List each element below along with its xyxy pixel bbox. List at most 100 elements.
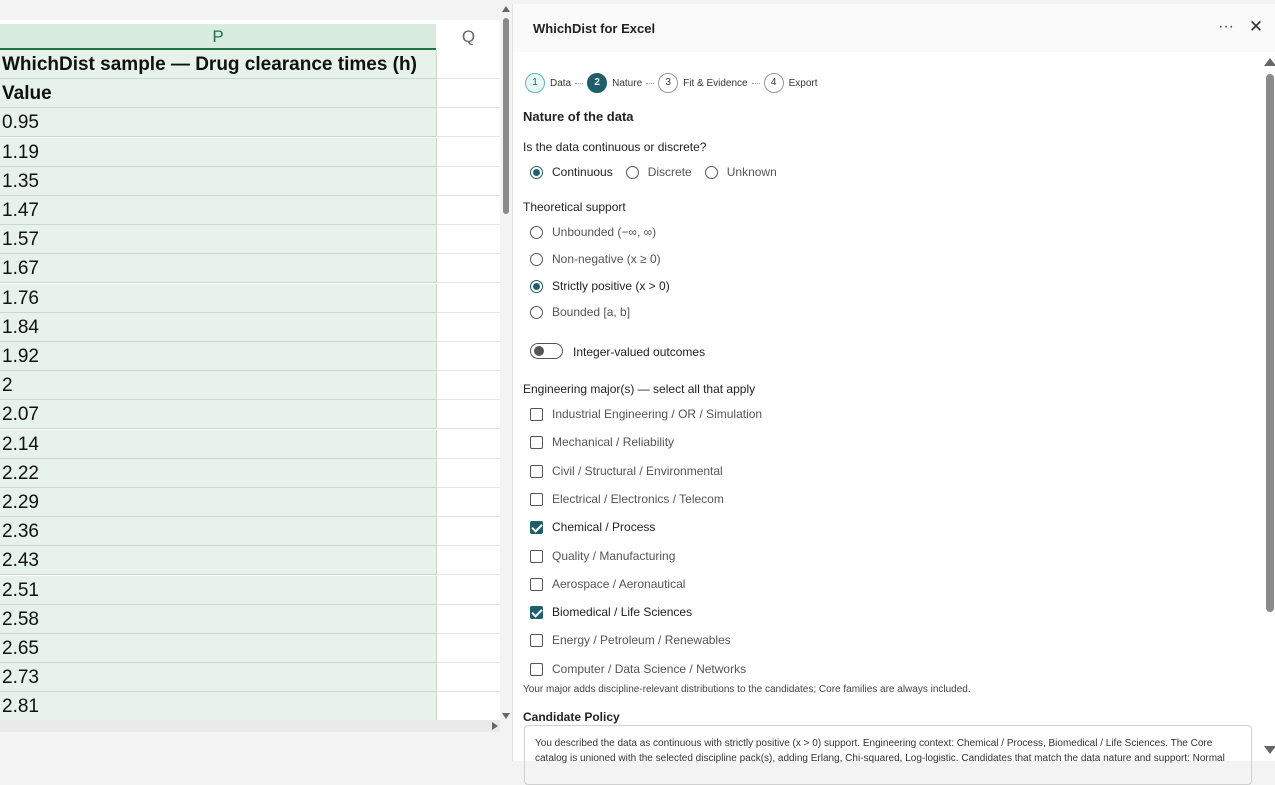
cell-p[interactable]: 1.84 (0, 312, 436, 342)
major-option[interactable]: Biomedical / Life Sciences (530, 605, 705, 619)
cell-q[interactable] (436, 225, 500, 255)
checkbox-label[interactable]: Aerospace / Aeronautical (552, 577, 685, 591)
cell-p[interactable]: 1.92 (0, 342, 436, 371)
pane-scroll-up-arrow-icon[interactable] (1264, 58, 1275, 66)
cell-q[interactable] (436, 575, 500, 605)
radio-continuity-2[interactable] (704, 165, 718, 179)
checkbox-empty-icon[interactable] (530, 577, 543, 591)
checkbox-label[interactable]: Energy / Petroleum / Renewables (552, 633, 731, 647)
cell-q[interactable] (436, 254, 500, 284)
sheet-grid[interactable]: P Q WhichDist sample — Drug clearance ti… (0, 20, 500, 720)
step-1[interactable]: 1 Data (525, 73, 571, 93)
radio-continuity-0[interactable] (530, 165, 543, 179)
major-option[interactable]: Computer / Data Science / Networks (530, 662, 759, 676)
checkbox-label[interactable]: Computer / Data Science / Networks (552, 662, 746, 676)
integer-valued-toggle[interactable] (530, 343, 563, 359)
cell-q[interactable] (436, 108, 500, 138)
cell-q[interactable] (436, 166, 500, 196)
scroll-right-arrow-icon[interactable] (492, 722, 498, 730)
step-2[interactable]: 2 Nature (587, 73, 642, 93)
step-3[interactable]: 3 Fit & Evidence (658, 73, 748, 93)
major-option[interactable]: Industrial Engineering / OR / Simulation (530, 407, 775, 421)
scroll-down-arrow-icon[interactable] (502, 713, 510, 719)
cell-q[interactable] (436, 634, 500, 663)
cell-q[interactable] (436, 79, 500, 109)
cell-q[interactable] (436, 400, 500, 430)
radio-support-1[interactable] (530, 252, 543, 266)
radio-label[interactable]: Bounded [a, b] (552, 305, 630, 319)
pane-vertical-scrollbar[interactable] (1263, 56, 1275, 761)
cell-q[interactable] (436, 196, 500, 225)
more-options-button[interactable]: ··· (1215, 16, 1237, 38)
step-4[interactable]: 4 Export (763, 73, 818, 93)
cell-p[interactable]: 1.47 (0, 196, 436, 225)
checkbox-checked-icon[interactable] (530, 605, 543, 619)
cell-p[interactable]: 2.65 (0, 634, 436, 663)
major-option[interactable]: Chemical / Process (530, 520, 668, 534)
scroll-up-arrow-icon[interactable] (502, 6, 510, 12)
cell-p[interactable]: 2.73 (0, 663, 436, 693)
sheet-vscroll-thumb[interactable] (503, 18, 509, 214)
radio-label[interactable]: Strictly positive (x > 0) (552, 279, 670, 293)
cell-q[interactable] (436, 604, 500, 634)
radio-label[interactable]: Discrete (648, 165, 692, 179)
cell-q[interactable] (436, 458, 500, 488)
cell-p[interactable]: WhichDist sample — Drug clearance times … (0, 50, 436, 79)
radio-label[interactable]: Unknown (727, 165, 777, 179)
cell-p[interactable]: 1.67 (0, 254, 436, 284)
cell-q[interactable] (436, 342, 500, 371)
cell-p[interactable]: 1.57 (0, 225, 436, 255)
cell-q[interactable] (436, 312, 500, 342)
column-header-p[interactable]: P (0, 24, 436, 50)
cell-p[interactable]: 2.36 (0, 517, 436, 547)
checkbox-label[interactable]: Chemical / Process (552, 520, 655, 534)
support-option[interactable]: Non-negative (x ≥ 0) (530, 252, 674, 266)
radio-label[interactable]: Unbounded (−∞, ∞) (552, 225, 656, 239)
radio-support-2[interactable] (530, 279, 543, 293)
close-pane-button[interactable]: ✕ (1245, 16, 1267, 38)
checkbox-empty-icon[interactable] (530, 464, 543, 478)
cell-p[interactable]: 1.19 (0, 137, 436, 167)
cell-q[interactable] (436, 663, 500, 693)
cell-p[interactable]: 1.76 (0, 283, 436, 313)
column-header-q[interactable]: Q (437, 24, 500, 50)
checkbox-empty-icon[interactable] (530, 435, 543, 449)
checkbox-empty-icon[interactable] (530, 549, 543, 563)
radio-label[interactable]: Non-negative (x ≥ 0) (552, 252, 661, 266)
major-option[interactable]: Quality / Manufacturing (530, 549, 688, 563)
sheet-vertical-scrollbar[interactable] (500, 4, 512, 724)
cell-q[interactable] (436, 517, 500, 547)
checkbox-label[interactable]: Biomedical / Life Sciences (552, 605, 692, 619)
radio-support-3[interactable] (530, 305, 543, 319)
cell-p[interactable]: 2.43 (0, 546, 436, 576)
pane-scroll-thumb[interactable] (1266, 74, 1274, 612)
cell-q[interactable] (436, 546, 500, 576)
major-option[interactable]: Civil / Structural / Environmental (530, 464, 736, 478)
cell-p[interactable]: 2.14 (0, 429, 436, 459)
cell-p[interactable]: 0.95 (0, 108, 436, 138)
cell-q[interactable] (436, 137, 500, 167)
pane-scroll-down-arrow-icon[interactable] (1264, 746, 1275, 754)
major-option[interactable]: Aerospace / Aeronautical (530, 577, 698, 591)
checkbox-label[interactable]: Industrial Engineering / OR / Simulation (552, 407, 762, 421)
support-option[interactable]: Unbounded (−∞, ∞) (530, 225, 669, 239)
checkbox-label[interactable]: Electrical / Electronics / Telecom (552, 492, 724, 506)
major-option[interactable]: Energy / Petroleum / Renewables (530, 633, 744, 647)
cell-p[interactable]: 2.29 (0, 488, 436, 517)
checkbox-empty-icon[interactable] (530, 662, 543, 676)
cell-p[interactable]: 2.58 (0, 604, 436, 634)
checkbox-label[interactable]: Quality / Manufacturing (552, 549, 675, 563)
checkbox-label[interactable]: Mechanical / Reliability (552, 435, 674, 449)
cell-q[interactable] (436, 429, 500, 459)
major-option[interactable]: Mechanical / Reliability (530, 435, 687, 449)
cell-p[interactable]: 2.22 (0, 458, 436, 488)
cell-p[interactable]: 2 (0, 371, 436, 401)
radio-label[interactable]: Continuous (552, 165, 613, 179)
cell-q[interactable] (436, 50, 500, 79)
support-option[interactable]: Strictly positive (x > 0) (530, 279, 683, 293)
major-option[interactable]: Electrical / Electronics / Telecom (530, 492, 737, 506)
support-option[interactable]: Bounded [a, b] (530, 305, 643, 319)
cell-q[interactable] (436, 692, 500, 720)
cell-p[interactable]: 1.35 (0, 166, 436, 196)
cell-q[interactable] (436, 283, 500, 313)
